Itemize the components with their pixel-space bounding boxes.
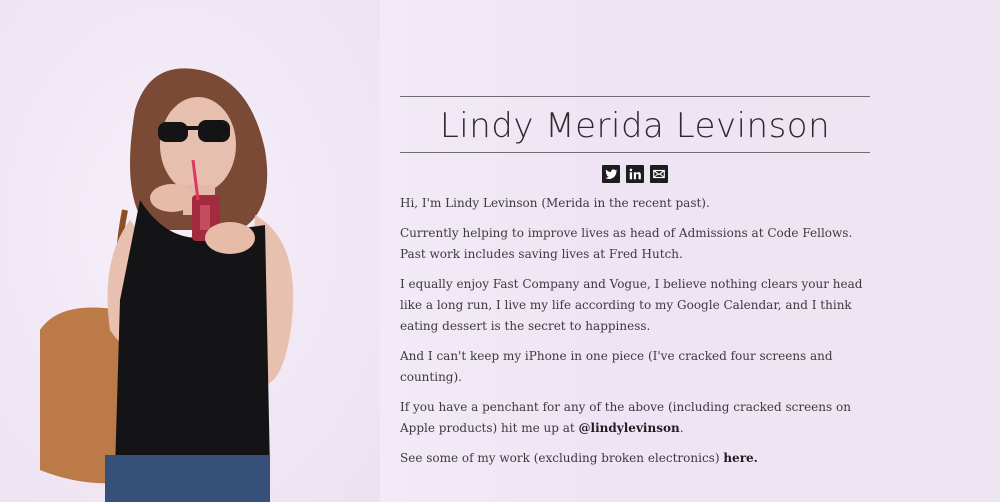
bio-intro: Hi, I'm Lindy Levinson (Merida in the re… xyxy=(400,196,710,210)
email-icon[interactable] xyxy=(650,165,668,183)
bio-contact: If you have a penchant for any of the ab… xyxy=(400,397,870,439)
page: Lindy Merida Levinson Hi, I'm Lindy Levi… xyxy=(0,0,1000,502)
social-links xyxy=(400,165,870,183)
linkedin-icon[interactable] xyxy=(626,165,644,183)
bio-current-work: Currently helping to improve lives as he… xyxy=(400,226,853,261)
bio-iphone: And I can't keep my iPhone in one piece … xyxy=(400,349,833,384)
linkedin-icon-glyph xyxy=(629,168,641,180)
twitter-icon-glyph xyxy=(605,169,618,179)
bio: Hi, I'm Lindy Levinson (Merida in the re… xyxy=(400,193,870,469)
bottom-divider xyxy=(400,152,870,153)
profile-photo-illustration xyxy=(0,0,380,502)
twitter-handle-link[interactable]: @lindylevinson xyxy=(579,421,680,435)
bio-work-text: See some of my work (excluding broken el… xyxy=(400,451,724,465)
email-icon-glyph xyxy=(653,169,665,179)
twitter-icon[interactable] xyxy=(602,165,620,183)
work-link[interactable]: here. xyxy=(723,451,758,465)
top-divider xyxy=(400,96,870,97)
bio-interests: I equally enjoy Fast Company and Vogue, … xyxy=(400,277,863,333)
profile-content: Lindy Merida Levinson Hi, I'm Lindy Levi… xyxy=(400,96,870,478)
page-title: Lindy Merida Levinson xyxy=(439,106,831,146)
bio-work: See some of my work (excluding broken el… xyxy=(400,448,870,469)
bio-contact-suffix: . xyxy=(679,421,684,435)
profile-photo xyxy=(0,0,380,502)
